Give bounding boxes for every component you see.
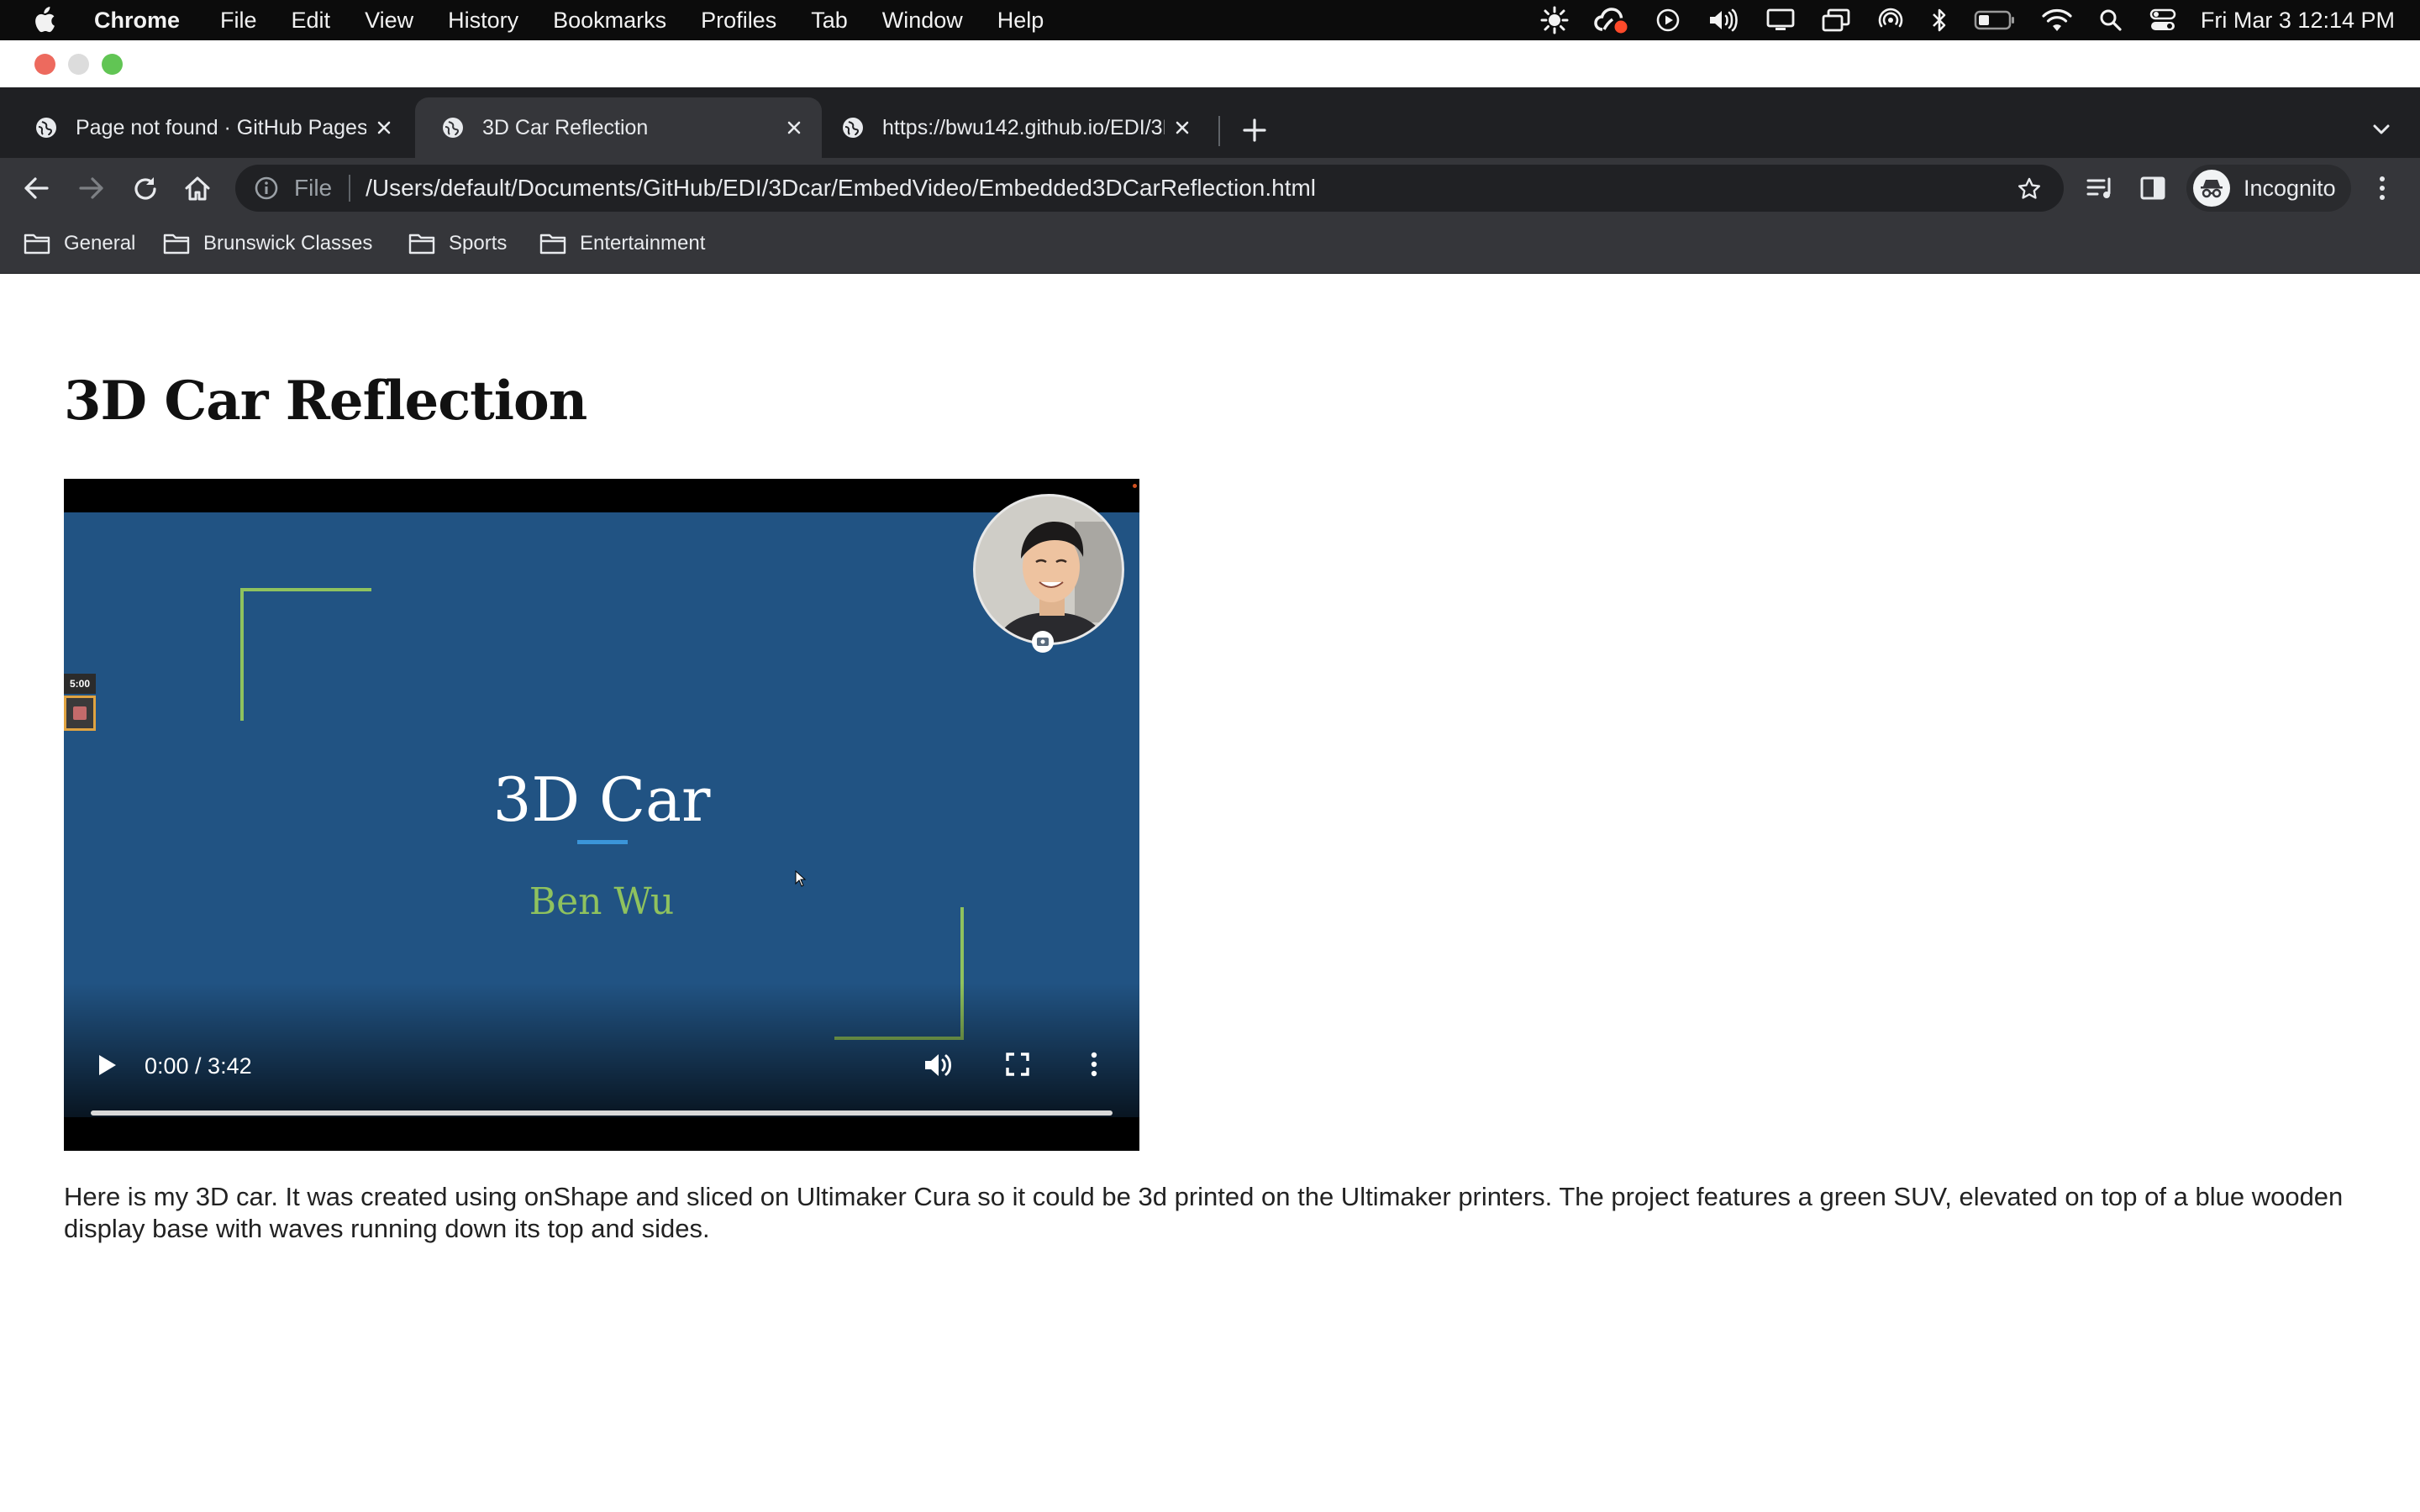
info-icon[interactable] [254, 176, 279, 201]
reading-list-icon[interactable] [2086, 175, 2116, 202]
bookmark-label: General [64, 232, 136, 255]
close-tab-icon[interactable] [785, 118, 803, 137]
play-circle-icon[interactable] [1655, 7, 1681, 34]
bookmark-label: Entertainment [580, 232, 706, 255]
url-text[interactable]: /Users/default/Documents/GitHub/EDI/3Dca… [366, 175, 1316, 202]
fullscreen-icon[interactable] [1005, 1052, 1030, 1077]
globe-icon [34, 115, 59, 140]
kebab-menu-icon[interactable] [2376, 173, 2388, 203]
close-tab-icon[interactable] [1173, 118, 1192, 137]
stop-recording-button[interactable] [64, 696, 96, 731]
volume-icon[interactable] [1707, 7, 1740, 34]
sun-icon[interactable] [1540, 6, 1569, 34]
slide-corner-top-left [240, 588, 371, 721]
profile-label: Incognito [2244, 175, 2336, 201]
tab-title: Page not found · GitHub Pages [76, 115, 366, 139]
video-progress-bar[interactable] [91, 1110, 1113, 1116]
battery-icon[interactable] [1974, 8, 2016, 33]
tab-separator [1218, 116, 1220, 146]
menu-file[interactable]: File [220, 8, 257, 34]
slide-subtitle: Ben Wu [529, 880, 675, 923]
screen-mirroring-icon[interactable] [1821, 7, 1851, 34]
window-title-strip [0, 40, 2420, 87]
menu-history[interactable]: History [448, 8, 518, 34]
video-time: 0:00 / 3:42 [145, 1053, 252, 1079]
folder-icon [24, 232, 50, 255]
bookmark-label: Brunswick Classes [203, 232, 373, 255]
folder-icon [408, 232, 435, 255]
volume-icon[interactable] [923, 1052, 953, 1079]
bookmark-folder-general[interactable]: General [24, 232, 135, 255]
folder-icon [539, 232, 566, 255]
apple-menu-icon[interactable] [32, 7, 57, 34]
recording-indicator [1133, 484, 1137, 488]
control-center-icon[interactable] [2149, 8, 2177, 33]
page-description: Here is my 3D car. It was created using … [64, 1182, 2344, 1243]
minimize-window-button[interactable] [68, 54, 89, 75]
tab-search-chevron-down-icon[interactable] [2371, 121, 2391, 138]
url-scheme-label: File [294, 175, 333, 201]
globe-icon [840, 115, 865, 140]
tab-3d-car-reflection[interactable]: 3D Car Reflection [415, 97, 822, 158]
menu-tab[interactable]: Tab [811, 8, 848, 34]
url-divider [349, 175, 351, 202]
wifi-icon[interactable] [2041, 7, 2073, 34]
status-area: Fri Mar 3 12:14 PM [1515, 0, 2420, 40]
recorder-timer: 5:00 [64, 674, 96, 694]
tab-title: 3D Car Reflection [482, 115, 649, 139]
bookmark-label: Sports [449, 232, 508, 255]
slide-title: 3D Car [492, 764, 711, 835]
mouse-cursor-icon [795, 870, 807, 887]
globe-icon [440, 115, 466, 140]
close-tab-icon[interactable] [375, 118, 393, 137]
tab-strip: Page not found · GitHub Pages 3D Car Ref… [0, 87, 2420, 158]
address-bar[interactable]: File /Users/default/Documents/GitHub/EDI… [235, 165, 2064, 212]
more-options-icon[interactable] [1089, 1050, 1099, 1079]
zoom-window-button[interactable] [102, 54, 123, 75]
back-arrow-icon[interactable] [22, 175, 50, 202]
folder-icon [163, 232, 190, 255]
tab-title: https://bwu142.github.io/EDI/3D [882, 115, 1165, 139]
video-player[interactable]: 3D Car Ben Wu 5:00 0:00 / 3:42 [64, 479, 1139, 1151]
menu-bookmarks[interactable]: Bookmarks [553, 8, 666, 34]
incognito-icon [2193, 170, 2230, 207]
menu-window[interactable]: Window [882, 8, 963, 34]
spotlight-search-icon[interactable] [2098, 8, 2123, 33]
recorder-panel: 5:00 [64, 674, 96, 734]
webcam-bubble [973, 494, 1124, 645]
forward-arrow-icon[interactable] [77, 175, 106, 202]
video-controls: 0:00 / 3:42 [64, 1038, 1139, 1136]
menu-app-name[interactable]: Chrome [94, 8, 180, 34]
play-icon[interactable] [96, 1052, 118, 1079]
page-title: 3D Car Reflection [64, 370, 587, 433]
side-panel-icon[interactable] [2139, 175, 2166, 202]
reload-icon[interactable] [131, 175, 160, 203]
incognito-profile-chip[interactable]: Incognito [2186, 165, 2351, 212]
bluetooth-icon[interactable] [1930, 6, 1949, 34]
menu-profiles[interactable]: Profiles [701, 8, 776, 34]
macos-menu-bar: Chrome File Edit View History Bookmarks … [0, 0, 2420, 40]
bookmark-folder-brunswick-classes[interactable]: Brunswick Classes [163, 232, 372, 255]
airdrop-icon[interactable] [1876, 6, 1905, 34]
browser-toolbar: File /Users/default/Documents/GitHub/EDI… [0, 158, 2420, 218]
menu-bar-clock[interactable]: Fri Mar 3 12:14 PM [2201, 8, 2395, 34]
menu-view[interactable]: View [365, 8, 413, 34]
creative-cloud-icon[interactable] [1594, 6, 1629, 34]
new-tab-icon[interactable] [1242, 118, 1267, 143]
display-icon[interactable] [1765, 7, 1796, 34]
tab-page-not-found[interactable]: Page not found · GitHub Pages [8, 97, 412, 158]
camera-toggle-icon[interactable] [1032, 631, 1054, 653]
bookmark-folder-sports[interactable]: Sports [408, 232, 507, 255]
close-window-button[interactable] [34, 54, 55, 75]
bookmark-star-icon[interactable] [2017, 176, 2042, 202]
tab-github-url[interactable]: https://bwu142.github.io/EDI/3D [815, 97, 1210, 158]
bookmark-folder-entertainment[interactable]: Entertainment [539, 232, 705, 255]
home-icon[interactable] [183, 175, 212, 203]
menu-help[interactable]: Help [997, 8, 1044, 34]
slide-divider [577, 840, 628, 844]
menu-edit[interactable]: Edit [292, 8, 331, 34]
bookmarks-bar: General Brunswick Classes Sports Enterta… [0, 218, 2420, 274]
